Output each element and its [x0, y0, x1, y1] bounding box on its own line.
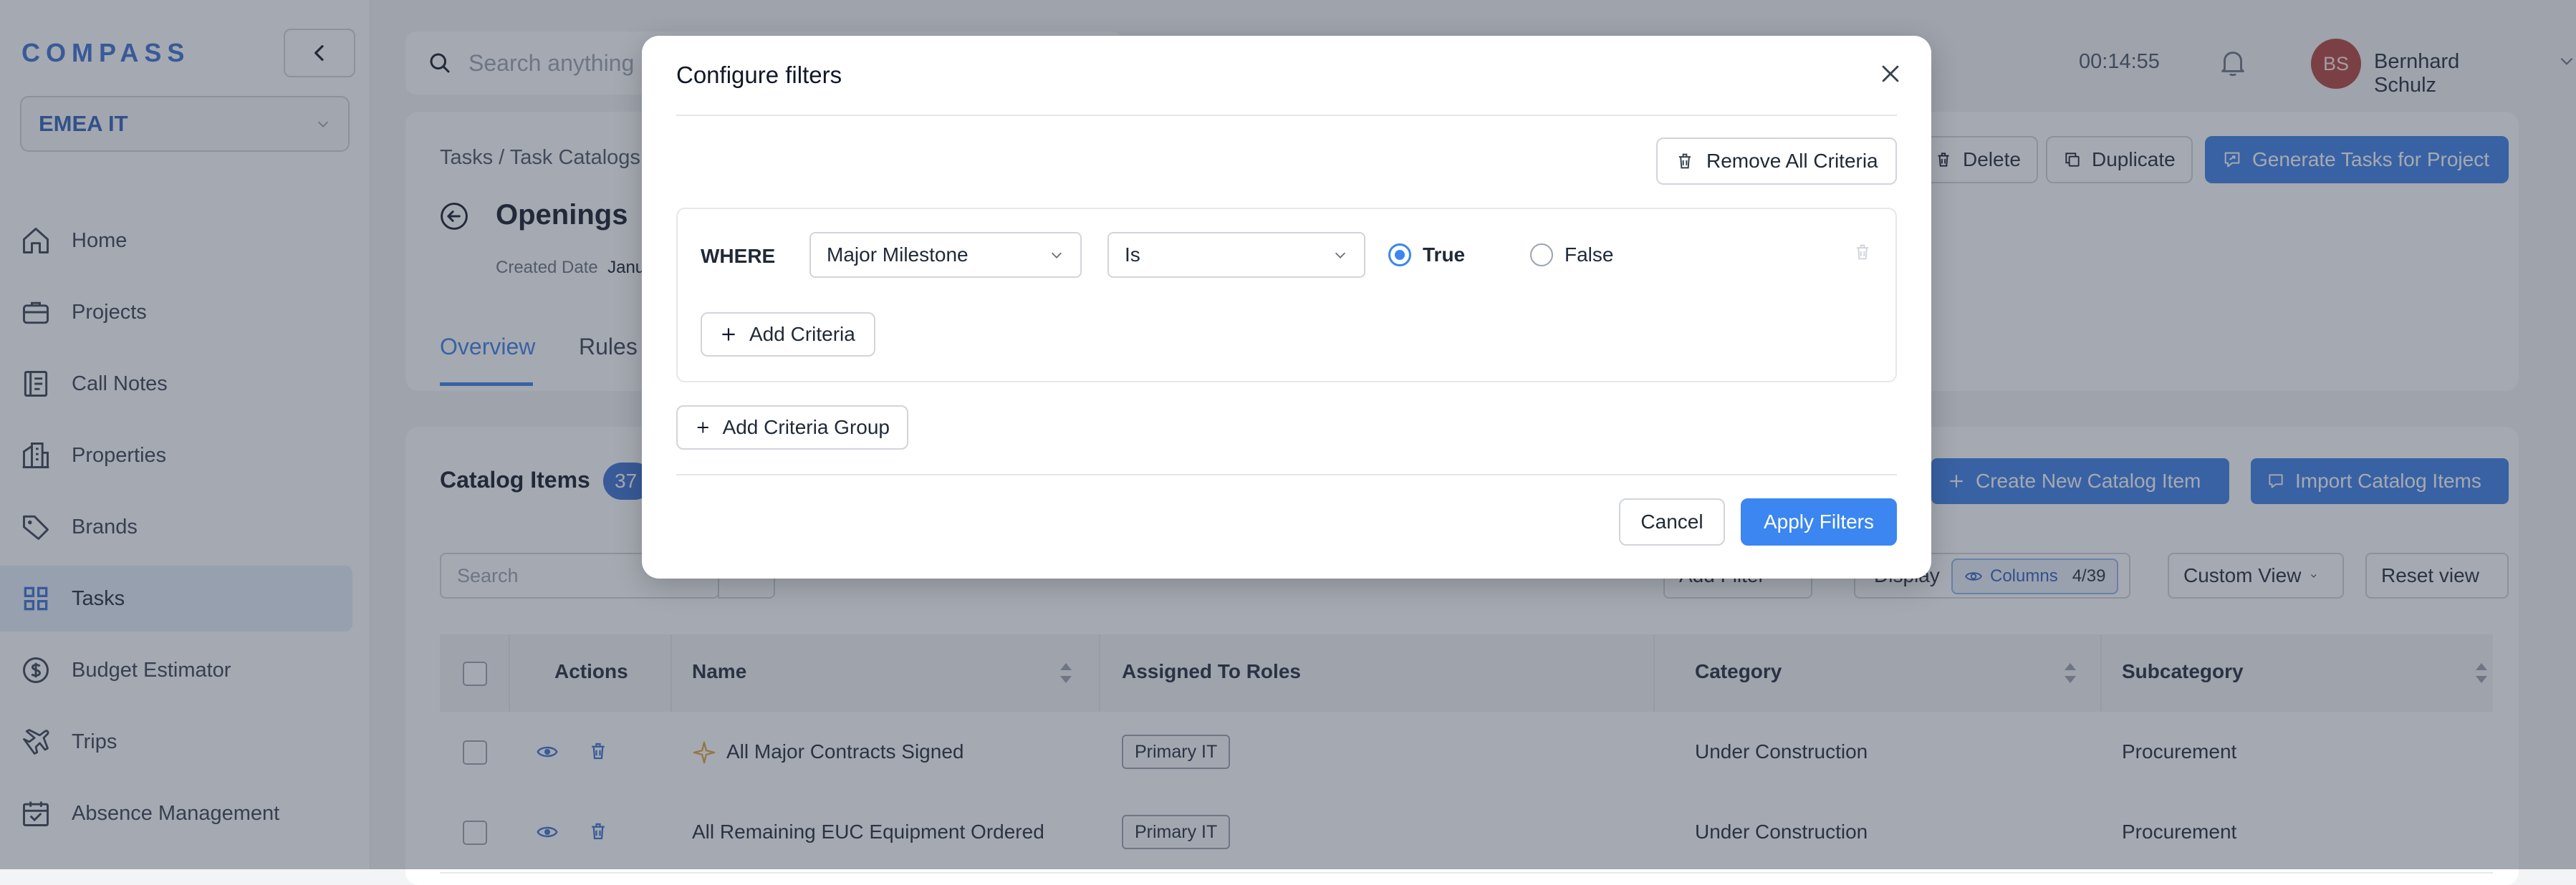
- trash-icon: [1678, 153, 1691, 169]
- add-criteria-label: Add Criteria: [749, 323, 855, 345]
- app-root: COMPASS EMEA IT Home Projects Call Notes: [0, 0, 2576, 885]
- where-label: WHERE: [701, 245, 776, 267]
- remove-all-criteria-label: Remove All Criteria: [1706, 150, 1878, 172]
- cancel-label: Cancel: [1640, 511, 1703, 533]
- radio-true-label[interactable]: True: [1423, 243, 1465, 266]
- plus-icon: [697, 422, 708, 433]
- chevron-down-icon: [1051, 252, 1062, 258]
- apply-filters-label: Apply Filters: [1763, 511, 1875, 533]
- criteria-operator-value: Is: [1125, 243, 1140, 266]
- radio-false[interactable]: [1530, 243, 1553, 266]
- close-modal-button[interactable]: [1878, 62, 1903, 90]
- apply-filters-button[interactable]: Apply Filters: [1741, 498, 1897, 546]
- delete-criteria-button[interactable]: [1852, 242, 1873, 266]
- modal-divider: [676, 474, 1897, 475]
- modal-divider: [676, 115, 1897, 116]
- trash-icon: [1856, 244, 1869, 260]
- criteria-operator-select[interactable]: Is: [1107, 232, 1365, 278]
- radio-true[interactable]: [1388, 243, 1411, 266]
- add-criteria-button[interactable]: Add Criteria: [701, 312, 875, 357]
- chevron-down-icon: [1335, 252, 1346, 258]
- criteria-field-select[interactable]: Major Milestone: [809, 232, 1082, 278]
- remove-all-criteria-button[interactable]: Remove All Criteria: [1656, 137, 1897, 185]
- radio-false-label[interactable]: False: [1565, 243, 1613, 266]
- plus-icon: [722, 328, 735, 341]
- add-criteria-group-button[interactable]: Add Criteria Group: [676, 405, 908, 450]
- criteria-group: WHERE Major Milestone Is True False Add …: [676, 208, 1897, 382]
- modal-title: Configure filters: [676, 62, 842, 88]
- criteria-field-value: Major Milestone: [827, 243, 969, 266]
- configure-filters-modal: Configure filters Remove All Criteria WH…: [642, 36, 1931, 579]
- cancel-button[interactable]: Cancel: [1619, 498, 1725, 546]
- close-icon: [1882, 65, 1899, 82]
- add-criteria-group-label: Add Criteria Group: [722, 416, 890, 438]
